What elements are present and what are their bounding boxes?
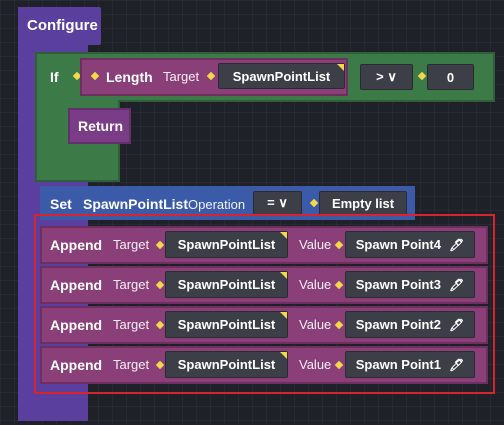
append-value: Spawn Point1: [355, 357, 441, 372]
append-value: Spawn Point3: [355, 277, 441, 292]
append-value-label: Value: [299, 277, 332, 292]
field-corner-marker: [280, 352, 287, 359]
append-label: Append: [50, 277, 103, 293]
append-target-value: SpawnPointList: [177, 237, 276, 252]
append-label: Append: [50, 317, 103, 333]
set-label: Set: [50, 196, 72, 212]
append-label: Append: [50, 357, 103, 373]
append-target-label: Target: [113, 277, 150, 292]
append-value-label: Value: [299, 237, 332, 252]
append-target-label: Target: [113, 317, 150, 332]
eyedropper-icon[interactable]: 🖊: [449, 238, 464, 252]
length-target-field[interactable]: SpawnPointList: [218, 63, 345, 89]
field-corner-marker: [280, 312, 287, 319]
append-target-field[interactable]: SpawnPointList: [165, 351, 288, 378]
compare-operator-value: > ∨: [376, 69, 397, 84]
append-target-field[interactable]: SpawnPointList: [165, 311, 288, 338]
append-target-label: Target: [113, 357, 150, 372]
set-variable: SpawnPointList: [83, 196, 188, 212]
append-target-field[interactable]: SpawnPointList: [165, 271, 288, 298]
empty-list-field[interactable]: Empty list: [319, 191, 407, 215]
append-value-field[interactable]: Spawn Point4 🖊: [345, 231, 475, 258]
return-label: Return: [78, 118, 124, 134]
compare-value: 0: [446, 69, 455, 85]
field-corner-marker: [280, 232, 287, 239]
eyedropper-icon[interactable]: 🖊: [449, 318, 464, 332]
field-corner-marker: [280, 272, 287, 279]
length-label: Length: [106, 69, 153, 85]
length-target-value: SpawnPointList: [232, 68, 331, 84]
if-label: If: [50, 69, 59, 85]
append-value-label: Value: [299, 317, 332, 332]
operation-value: = ∨: [267, 195, 288, 210]
eyedropper-icon[interactable]: 🖊: [449, 358, 464, 372]
length-target-label: Target: [163, 69, 200, 84]
append-value-field[interactable]: Spawn Point2 🖊: [345, 311, 475, 338]
append-target-field[interactable]: SpawnPointList: [165, 231, 288, 258]
append-label: Append: [50, 237, 103, 253]
append-value: Spawn Point4: [355, 237, 441, 252]
append-target-value: SpawnPointList: [177, 317, 276, 332]
append-value-field[interactable]: Spawn Point1 🖊: [345, 351, 475, 378]
append-value: Spawn Point2: [355, 317, 441, 332]
append-value-field[interactable]: Spawn Point3 🖊: [345, 271, 475, 298]
compare-value-field[interactable]: 0: [427, 64, 474, 90]
append-target-label: Target: [113, 237, 150, 252]
eyedropper-icon[interactable]: 🖊: [449, 278, 464, 292]
configure-label: Configure: [27, 17, 98, 34]
append-target-value: SpawnPointList: [177, 357, 276, 372]
operation-label: Operation: [188, 197, 246, 212]
operation-dropdown[interactable]: = ∨: [253, 191, 302, 215]
field-corner-marker: [337, 64, 344, 71]
append-target-value: SpawnPointList: [177, 277, 276, 292]
append-value-label: Value: [299, 357, 332, 372]
compare-operator-dropdown[interactable]: > ∨: [360, 64, 413, 90]
empty-list-value: Empty list: [331, 195, 395, 211]
